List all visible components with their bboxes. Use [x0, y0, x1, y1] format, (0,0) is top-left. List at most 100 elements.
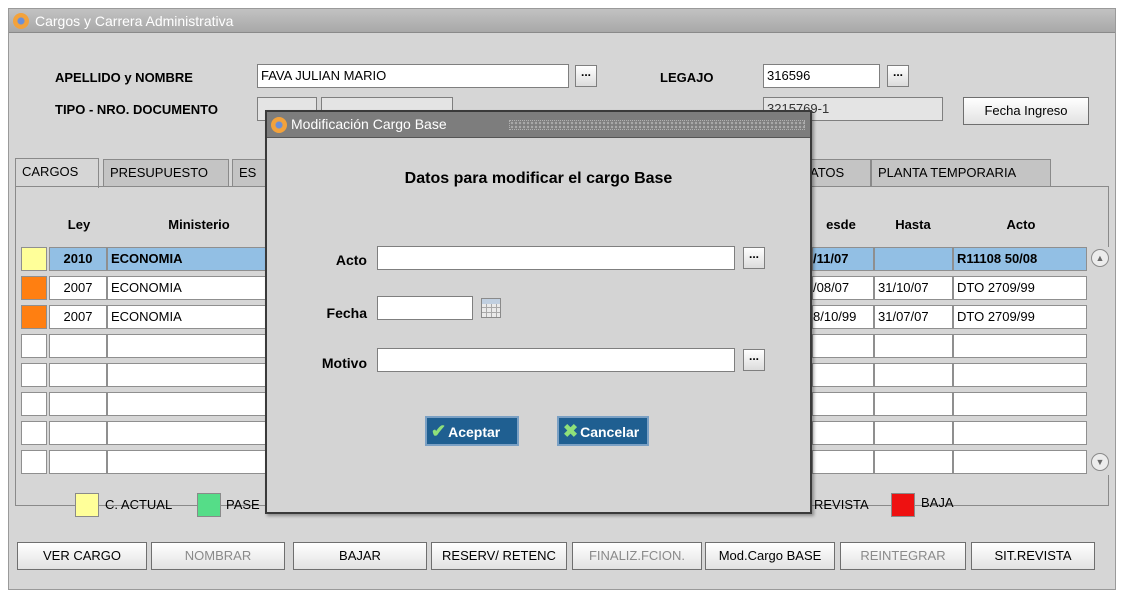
apellido-field[interactable]: FAVA JULIAN MARIO [257, 64, 569, 88]
col-header-acto: Acto [1006, 217, 1036, 232]
finaliz-fcion-button[interactable]: FINALIZ.FCION. [572, 542, 702, 570]
table-cell-empty[interactable] [953, 363, 1087, 387]
table-cell-empty[interactable] [107, 392, 267, 416]
col-header-ley: Ley [67, 217, 91, 232]
acto-lookup-button[interactable]: ... [743, 247, 765, 269]
col-header-desde: esde [826, 217, 856, 232]
x-icon: ✖ [563, 421, 579, 441]
table-cell-hasta[interactable]: 31/10/07 [874, 276, 953, 300]
table-cell-empty[interactable] [874, 334, 953, 358]
titlebar-grip [509, 120, 805, 130]
row-status-indicator[interactable] [21, 421, 47, 445]
app-logo-icon [13, 13, 29, 29]
check-icon: ✔ [431, 421, 447, 441]
row-status-indicator[interactable] [21, 392, 47, 416]
fecha-label: Fecha [326, 305, 367, 321]
table-cell-empty[interactable] [49, 450, 107, 474]
legajo-field[interactable]: 316596 [763, 64, 880, 88]
table-cell-desde[interactable]: /11/07 [812, 247, 874, 271]
row-status-indicator[interactable] [21, 305, 47, 329]
table-cell-empty[interactable] [812, 363, 874, 387]
legend-baja-swatch [891, 493, 915, 517]
scroll-down-icon[interactable]: ▼ [1091, 453, 1109, 471]
table-cell-acto[interactable]: DTO 2709/99 [953, 305, 1087, 329]
table-cell-empty[interactable] [953, 421, 1087, 445]
table-cell-acto[interactable]: R11108 50/08 [953, 247, 1087, 271]
table-cell-empty[interactable] [812, 392, 874, 416]
table-cell-ley[interactable]: 2010 [49, 247, 107, 271]
cancelar-label: Cancelar [580, 424, 640, 440]
tab-presupuesto[interactable]: PRESUPUESTO [103, 159, 229, 187]
table-cell-desde[interactable]: /08/07 [812, 276, 874, 300]
window-titlebar[interactable]: Cargos y Carrera Administrativa [9, 9, 1115, 33]
motivo-lookup-button[interactable]: ... [743, 349, 765, 371]
dialog-titlebar[interactable]: Modificación Cargo Base [267, 112, 810, 138]
modificacion-cargo-base-dialog: Modificación Cargo Base Datos para modif… [265, 110, 812, 514]
legend-baja-label: BAJA [921, 495, 954, 510]
table-cell-ministerio[interactable]: ECONOMIA [107, 305, 267, 329]
table-cell-empty[interactable] [49, 421, 107, 445]
reintegrar-button[interactable]: REINTEGRAR [840, 542, 966, 570]
table-scrollbar[interactable]: ▲ ▼ [1089, 247, 1111, 475]
legend-revista-label: REVISTA [814, 497, 869, 512]
table-cell-empty[interactable] [107, 334, 267, 358]
table-cell-empty[interactable] [107, 363, 267, 387]
nombrar-button[interactable]: NOMBRAR [151, 542, 285, 570]
table-cell-ministerio[interactable]: ECONOMIA [107, 276, 267, 300]
apellido-label: APELLIDO y NOMBRE [55, 70, 193, 85]
row-status-indicator[interactable] [21, 334, 47, 358]
legajo-label: LEGAJO [660, 70, 714, 85]
tab-planta-temporaria[interactable]: PLANTA TEMPORARIA [871, 159, 1051, 187]
table-cell-empty[interactable] [49, 363, 107, 387]
bajar-button[interactable]: BAJAR [293, 542, 427, 570]
table-cell-empty[interactable] [953, 392, 1087, 416]
legend-actual-swatch [75, 493, 99, 517]
motivo-field[interactable] [377, 348, 735, 372]
table-cell-empty[interactable] [874, 421, 953, 445]
aceptar-button[interactable]: ✔ Aceptar [425, 416, 519, 446]
table-cell-empty[interactable] [49, 334, 107, 358]
ver-cargo-button[interactable]: VER CARGO [17, 542, 147, 570]
col-header-ministerio: Ministerio [168, 217, 230, 232]
sit-revista-button[interactable]: SIT.REVISTA [971, 542, 1095, 570]
window-title: Cargos y Carrera Administrativa [35, 13, 234, 29]
table-cell-empty[interactable] [812, 334, 874, 358]
reserv-retenc-button[interactable]: RESERV/ RETENC [431, 542, 567, 570]
acto-field[interactable] [377, 246, 735, 270]
tipo-documento-label: TIPO - NRO. DOCUMENTO [55, 102, 218, 117]
table-cell-empty[interactable] [107, 450, 267, 474]
table-cell-ley[interactable]: 2007 [49, 305, 107, 329]
mod-cargo-base-button[interactable]: Mod.Cargo BASE [705, 542, 835, 570]
table-cell-empty[interactable] [107, 421, 267, 445]
table-cell-empty[interactable] [953, 450, 1087, 474]
fecha-field[interactable] [377, 296, 473, 320]
fecha-ingreso-button[interactable]: Fecha Ingreso [963, 97, 1089, 125]
table-cell-acto[interactable]: DTO 2709/99 [953, 276, 1087, 300]
scroll-up-icon[interactable]: ▲ [1091, 249, 1109, 267]
table-cell-empty[interactable] [812, 450, 874, 474]
table-cell-ley[interactable]: 2007 [49, 276, 107, 300]
tab-escalafon[interactable]: ES [232, 159, 266, 187]
table-cell-ministerio[interactable]: ECONOMIA [107, 247, 267, 271]
tab-cargos[interactable]: CARGOS [15, 158, 99, 188]
table-cell-empty[interactable] [49, 392, 107, 416]
tab-datos[interactable]: ATOS [809, 159, 871, 187]
acto-label: Acto [335, 252, 367, 268]
row-status-indicator[interactable] [21, 363, 47, 387]
apellido-lookup-button[interactable]: ... [575, 65, 597, 87]
table-cell-empty[interactable] [874, 392, 953, 416]
table-cell-empty[interactable] [812, 421, 874, 445]
calendar-icon[interactable] [481, 298, 501, 318]
legajo-lookup-button[interactable]: ... [887, 65, 909, 87]
table-cell-empty[interactable] [953, 334, 1087, 358]
table-cell-empty[interactable] [874, 363, 953, 387]
row-status-indicator[interactable] [21, 276, 47, 300]
row-status-indicator[interactable] [21, 450, 47, 474]
aceptar-label: Aceptar [448, 424, 501, 440]
cancelar-button[interactable]: ✖ Cancelar [557, 416, 649, 446]
table-cell-hasta[interactable]: 31/07/07 [874, 305, 953, 329]
table-cell-empty[interactable] [874, 450, 953, 474]
table-cell-desde[interactable]: 8/10/99 [812, 305, 874, 329]
row-status-indicator[interactable] [21, 247, 47, 271]
table-cell-hasta[interactable] [874, 247, 953, 271]
